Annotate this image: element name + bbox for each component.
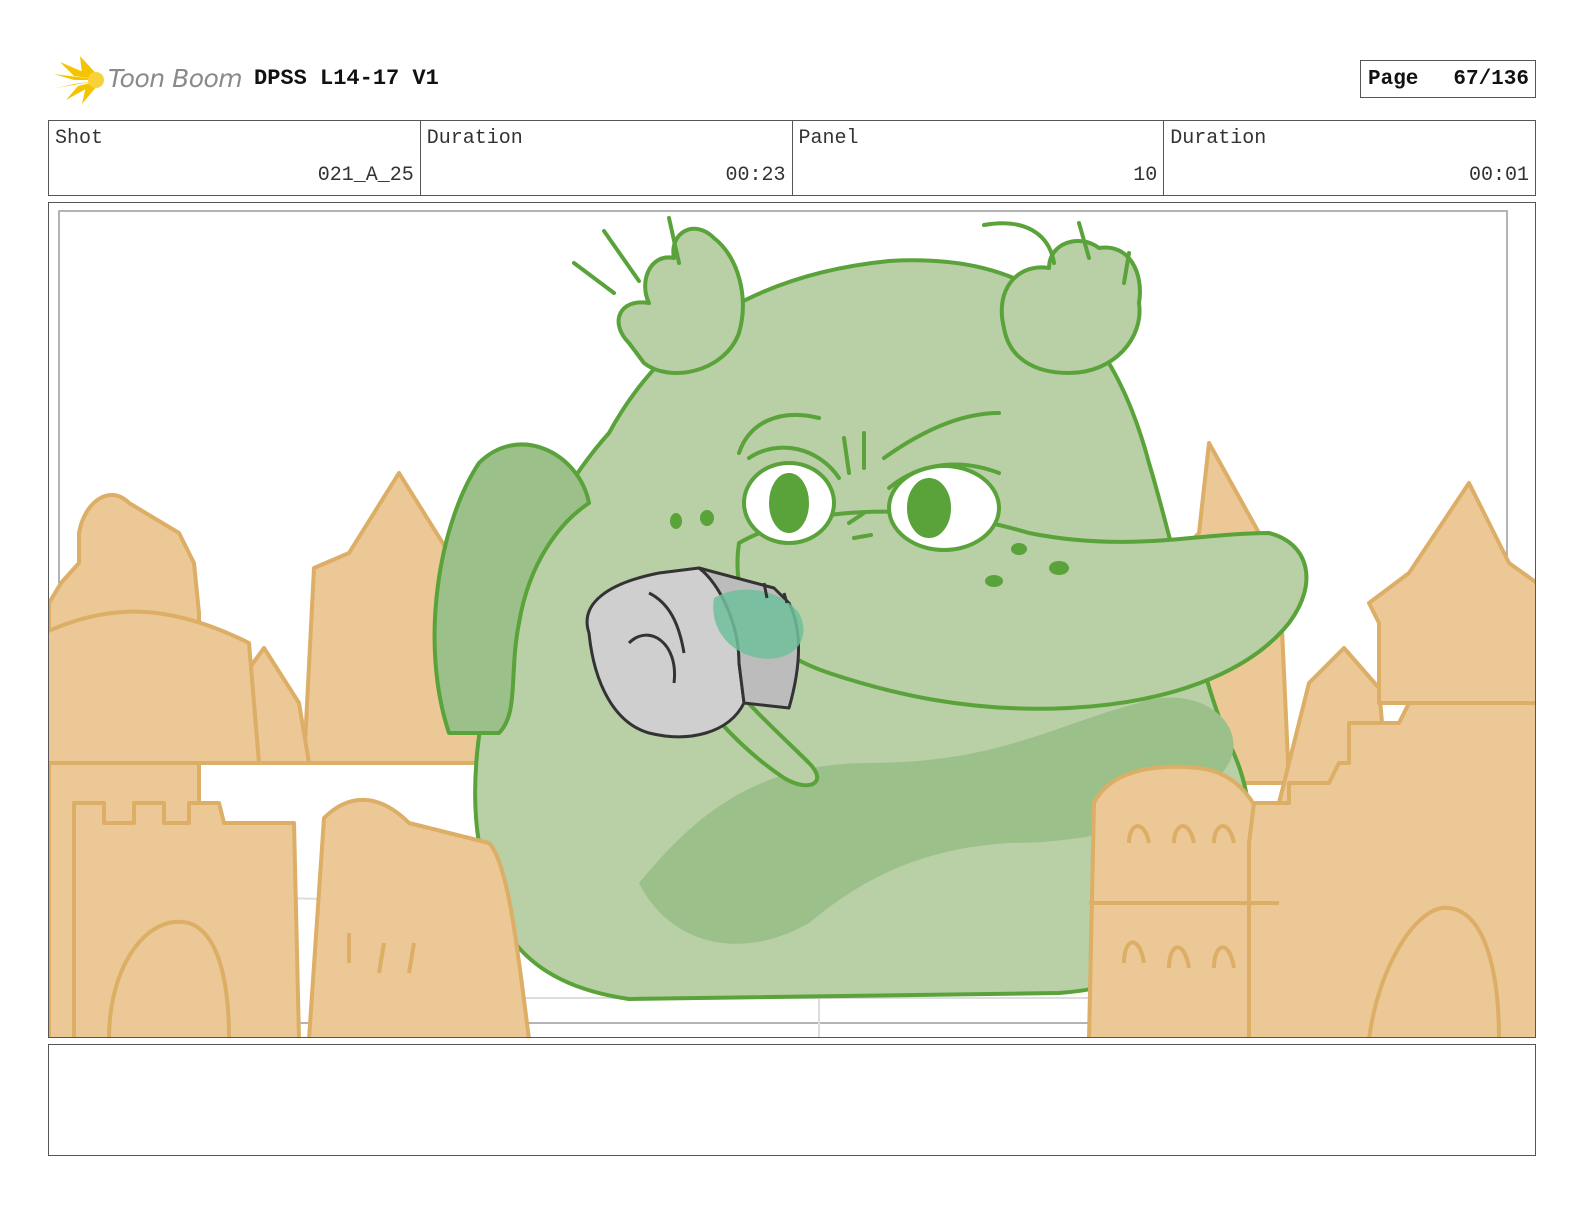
notes-box [48, 1044, 1536, 1156]
shot-value: 021_A_25 [317, 164, 414, 187]
project-title: DPSS L14-17 V1 [254, 66, 439, 91]
panel-drawing [49, 210, 1535, 1037]
shot-duration-cell: Duration 00:23 [421, 121, 793, 195]
page-value: 67/136 [1453, 68, 1529, 91]
panel-label: Panel [798, 127, 859, 150]
panel-cell: Panel 10 [793, 121, 1165, 195]
shot-cell: Shot 021_A_25 [49, 121, 421, 195]
storyboard-header: Toon Boom DPSS L14-17 V1 Page 67/136 [48, 52, 1536, 108]
panel-duration-value: 00:01 [1468, 164, 1529, 187]
shot-info-bar: Shot 021_A_25 Duration 00:23 Panel 10 Du… [48, 120, 1536, 196]
monster-right-tuft [999, 238, 1142, 375]
logo-text: Toon Boom [108, 64, 243, 93]
shot-duration-label: Duration [426, 127, 523, 150]
panel-duration-cell: Duration 00:01 [1164, 121, 1535, 195]
panel-duration-label: Duration [1170, 127, 1267, 150]
storyboard-panel [48, 202, 1536, 1038]
shot-label: Shot [55, 127, 104, 150]
panel-value: 10 [1133, 164, 1158, 187]
toon-boom-logo: Toon Boom [52, 54, 243, 106]
page-indicator: Page 67/136 [1360, 60, 1536, 98]
monster-left-tuft [616, 226, 745, 375]
toon-boom-logo-icon [54, 56, 104, 104]
page-label: Page [1368, 68, 1419, 91]
castle-tower-right [1367, 481, 1535, 705]
shot-duration-value: 00:23 [725, 164, 786, 187]
